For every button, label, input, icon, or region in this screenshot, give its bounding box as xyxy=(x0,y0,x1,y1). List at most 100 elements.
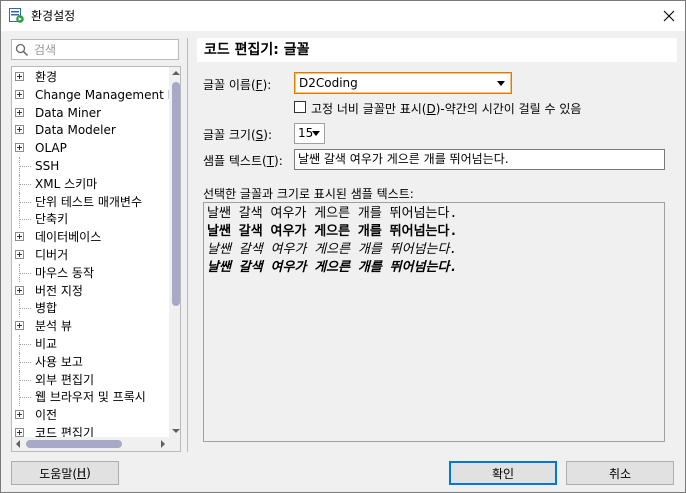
preview-line-bold: 날쌘 갈색 여우가 게으른 개를 뛰어넘는다. xyxy=(207,224,458,239)
tree-item-label: Data Miner xyxy=(35,105,102,120)
chevron-down-icon xyxy=(312,131,320,136)
tree-item-label: 외부 편집기 xyxy=(35,372,95,387)
tree-item[interactable]: XML 스키마 xyxy=(12,174,180,193)
tree-connector xyxy=(19,157,33,175)
sample-text-input[interactable]: 날쌘 갈색 여우가 게으른 개를 뛰어넘는다. xyxy=(294,149,665,170)
scroll-up-arrow-icon[interactable] xyxy=(172,71,180,75)
tree-item-label: 단위 테스트 매개변수 xyxy=(35,194,142,209)
tree-item[interactable]: 분석 뷰 xyxy=(12,317,180,335)
tree-item-label: 병합 xyxy=(35,301,58,316)
tree-item-label: 환경 xyxy=(35,70,58,84)
font-size-label: 글꼴 크기(S): xyxy=(203,128,273,142)
tree-item[interactable]: 환경 xyxy=(12,68,180,86)
expand-plus-icon[interactable] xyxy=(15,89,24,99)
tree-item[interactable]: Data Modeler xyxy=(12,121,180,139)
font-name-dropdown[interactable]: D2Coding xyxy=(294,72,512,94)
title-bar: 환경설정 xyxy=(0,0,686,31)
help-button[interactable]: 도움말(H) xyxy=(11,461,119,485)
tree-item-label: Change Management D xyxy=(35,87,177,102)
preferences-tree[interactable]: 환경 Change Management D Data Miner Data Mode… xyxy=(11,66,181,452)
expand-plus-icon[interactable] xyxy=(15,125,24,135)
expand-plus-icon[interactable] xyxy=(15,250,24,259)
scrollbar-corner xyxy=(169,437,180,451)
panel-splitter[interactable] xyxy=(187,38,188,452)
vertical-scroll-thumb[interactable] xyxy=(172,82,180,306)
preview-line-bold-italic: 날쌘 갈색 여우가 게으른 개를 뛰어넘는다. xyxy=(207,260,458,275)
tree-item[interactable]: 마우스 동작 xyxy=(12,263,180,282)
tree-connector xyxy=(19,174,33,193)
tree-item[interactable]: OLAP xyxy=(12,139,180,157)
tree-item-label: 단축키 xyxy=(35,212,69,227)
tree-horizontal-scrollbar[interactable] xyxy=(12,437,169,451)
tree-item[interactable]: 사용 보고 xyxy=(12,352,180,371)
tree-item-label: 마우스 동작 xyxy=(35,265,95,280)
tree-item[interactable]: 웹 브라우저 및 프록시 xyxy=(12,388,180,407)
tree-item[interactable]: 버전 지정 xyxy=(12,282,180,300)
expand-plus-icon[interactable] xyxy=(15,143,24,153)
font-size-value: 15 xyxy=(298,126,314,140)
preview-label: 선택한 글꼴과 크기로 표시된 샘플 텍스트: xyxy=(203,187,414,201)
font-preview-box: 날쌘 갈색 여우가 게으른 개를 뛰어넘는다. 날쌘 갈색 여우가 게으른 개를… xyxy=(203,202,665,442)
font-name-label: 글꼴 이름(F): xyxy=(203,78,272,92)
scroll-down-arrow-icon[interactable] xyxy=(172,429,180,433)
search-field[interactable] xyxy=(11,39,179,60)
tree-item[interactable]: 디버거 xyxy=(12,246,180,264)
expand-plus-icon[interactable] xyxy=(15,410,24,420)
tree-item[interactable]: 병합 xyxy=(12,299,180,318)
ok-button[interactable]: 확인 xyxy=(449,461,557,485)
font-size-dropdown[interactable]: 15 xyxy=(294,123,325,144)
close-icon xyxy=(663,10,675,21)
expand-plus-icon[interactable] xyxy=(15,321,24,331)
tree-item[interactable]: 단축키 xyxy=(12,210,180,229)
close-button[interactable] xyxy=(652,0,686,31)
scroll-right-arrow-icon[interactable] xyxy=(161,440,165,448)
tree-item-label: Data Modeler xyxy=(35,123,116,138)
search-input[interactable] xyxy=(34,41,174,58)
tree-connector xyxy=(19,335,33,353)
tree-item[interactable]: 단위 테스트 매개변수 xyxy=(12,192,180,211)
expand-plus-icon[interactable] xyxy=(15,285,24,295)
tree-item-label: 버전 지정 xyxy=(35,283,83,298)
tree-connector xyxy=(19,263,33,282)
monospace-only-label[interactable]: 고정 너비 글꼴만 표시(D)-약간의 시간이 걸릴 수 있음 xyxy=(311,100,581,117)
expand-plus-icon[interactable] xyxy=(15,72,24,81)
horizontal-scroll-thumb[interactable] xyxy=(26,440,122,448)
expand-plus-icon[interactable] xyxy=(15,428,24,437)
tree-item[interactable]: 이전 xyxy=(12,406,180,424)
tree-item[interactable]: SSH xyxy=(12,157,180,175)
tree-connector xyxy=(19,192,33,211)
tree-item[interactable]: Change Management D xyxy=(12,86,180,104)
window-title: 환경설정 xyxy=(31,9,76,23)
tree-item-label: OLAP xyxy=(35,141,67,156)
app-icon xyxy=(9,8,24,23)
cancel-button[interactable]: 취소 xyxy=(566,461,674,485)
tree-item[interactable]: 데이터베이스 xyxy=(12,228,180,246)
tree-connector xyxy=(19,388,33,407)
tree-item-label: 사용 보고 xyxy=(35,354,83,369)
tree-item-label: 디버거 xyxy=(35,248,69,262)
tree-item-label: 비교 xyxy=(35,337,58,351)
expand-plus-icon[interactable] xyxy=(15,107,24,117)
tree-connector xyxy=(19,299,33,318)
tree-item[interactable]: 외부 편집기 xyxy=(12,370,180,389)
tree-item-label: 분석 뷰 xyxy=(35,319,72,334)
tree-vertical-scrollbar[interactable] xyxy=(169,67,180,437)
preview-line-regular: 날쌘 갈색 여우가 게으른 개를 뛰어넘는다. xyxy=(207,206,458,221)
tree-item[interactable]: Data Miner xyxy=(12,104,180,122)
preview-line-italic: 날쌘 갈색 여우가 게으른 개를 뛰어넘는다. xyxy=(207,242,458,257)
tree-connector xyxy=(19,210,33,229)
expand-plus-icon[interactable] xyxy=(15,232,24,242)
tree-item-label: XML 스키마 xyxy=(35,176,98,191)
monospace-only-checkbox[interactable] xyxy=(294,101,306,113)
chevron-down-icon xyxy=(497,81,505,86)
panel-title: 코드 편집기: 글꼴 xyxy=(197,38,677,62)
tree-item-label: 이전 xyxy=(35,408,58,423)
tree-item-label: SSH xyxy=(35,159,60,173)
scroll-left-arrow-icon[interactable] xyxy=(16,440,20,448)
tree-connector xyxy=(19,352,33,371)
tree-connector xyxy=(19,370,33,389)
font-name-value: D2Coding xyxy=(299,76,358,90)
tree-item[interactable]: 비교 xyxy=(12,335,180,353)
tree-item-label: 웹 브라우저 및 프록시 xyxy=(35,390,146,405)
search-icon xyxy=(15,43,29,57)
